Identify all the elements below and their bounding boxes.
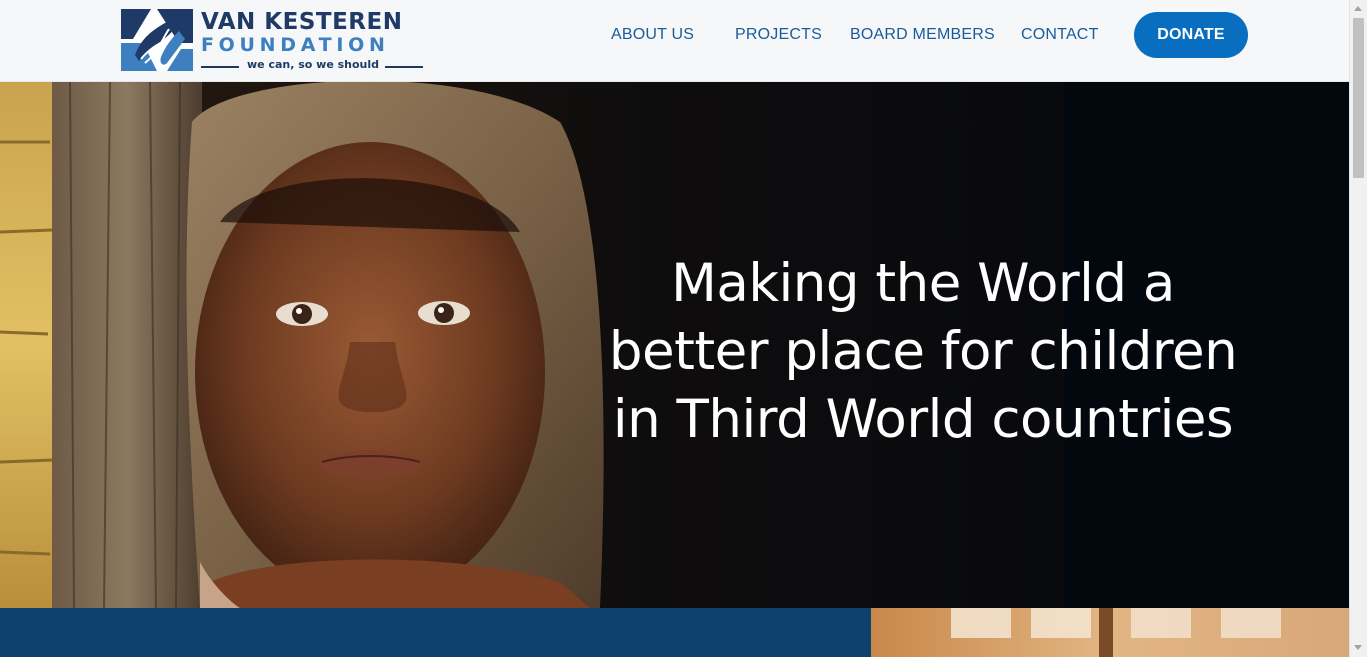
vertical-scrollbar[interactable] [1349,0,1367,657]
donate-button[interactable]: DONATE [1134,12,1248,58]
site-header: VAN KESTEREN FOUNDATION we can, so we sh… [0,0,1349,82]
hero-section: Making the World a better place for chil… [0,82,1349,608]
hero-heading-line3: in Third World countries [612,389,1234,450]
hands-logo-icon [121,9,193,71]
hero-heading-line2: better place for children [608,321,1238,382]
logo-tagline: we can, so we should [247,58,380,71]
logo-tagline-row: we can, so we should [201,58,423,72]
section-band-photo [871,608,1349,657]
hero-heading: Making the World a better place for chil… [570,250,1276,454]
scroll-down-icon[interactable] [1354,645,1362,650]
scroll-thumb[interactable] [1353,18,1364,178]
tagline-rule-left [201,66,239,68]
hero-heading-line1: Making the World a [671,253,1175,314]
nav-contact[interactable]: CONTACT [1021,26,1099,44]
nav-projects[interactable]: PROJECTS [735,26,822,44]
nav-about-us[interactable]: ABOUT US [611,26,694,44]
page: VAN KESTEREN FOUNDATION we can, so we sh… [0,0,1367,657]
nav-board-members[interactable]: BOARD MEMBERS [850,26,995,44]
tagline-rule-right [385,66,423,68]
section-band-blue [0,608,871,657]
site-logo[interactable]: VAN KESTEREN FOUNDATION we can, so we sh… [121,9,423,73]
logo-line1: VAN KESTEREN [201,9,403,35]
logo-line2: FOUNDATION [201,34,390,56]
scroll-up-icon[interactable] [1354,6,1362,11]
